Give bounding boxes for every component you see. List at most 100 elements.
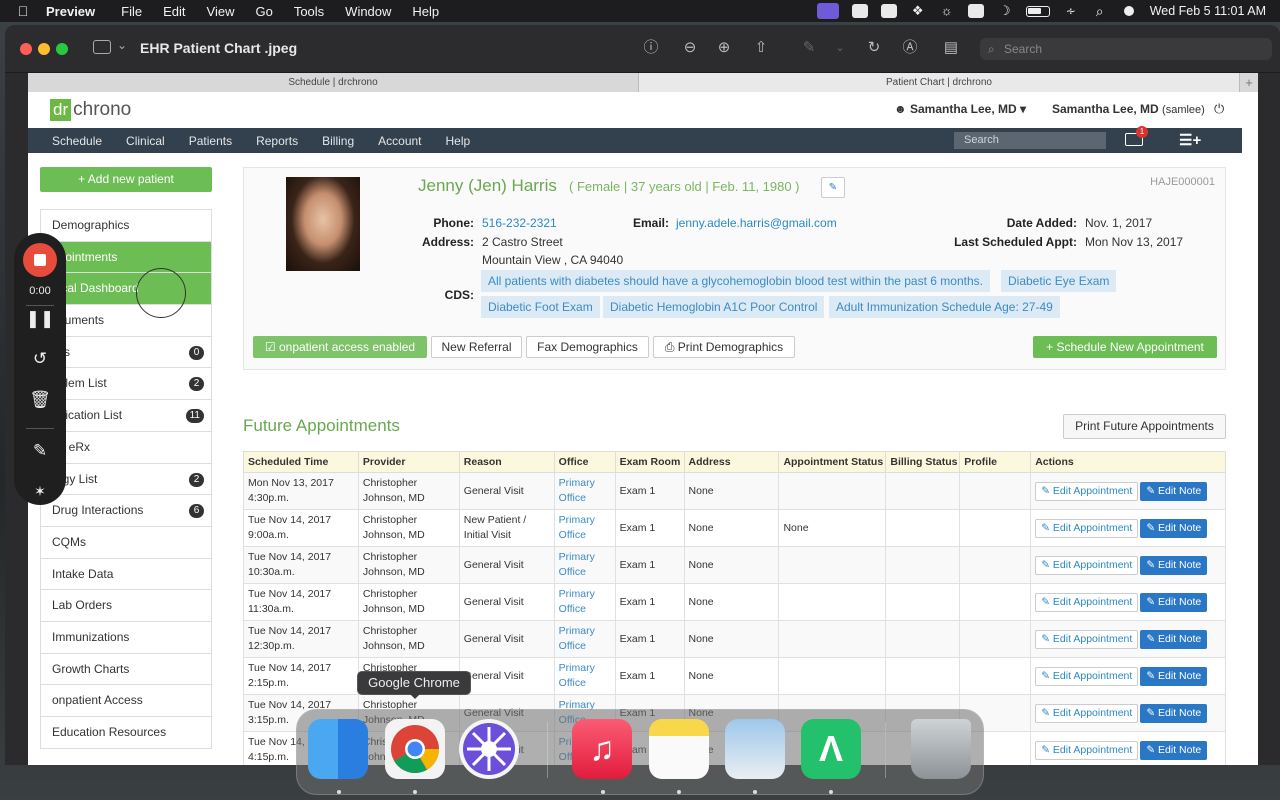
music-icon[interactable]: ♫ [572, 719, 632, 779]
sidebar-item[interactable]: Intake Data [41, 558, 211, 591]
preview-icon[interactable] [725, 719, 785, 779]
sidebar-item[interactable]: Immunizations [41, 621, 211, 654]
nav-patients[interactable]: Patients [189, 134, 232, 148]
edit-patient-pencil-icon[interactable]: ✎ [821, 177, 845, 198]
menu-window[interactable]: Window [345, 4, 391, 19]
new-tab-icon[interactable]: + [1240, 73, 1258, 92]
edit-note-button[interactable]: ✎ Edit Note [1140, 592, 1208, 612]
edit-appointment-button[interactable]: ✎ Edit Appointment [1035, 629, 1139, 649]
sidebar-item[interactable]: Lab Orders [41, 590, 211, 622]
nav-billing[interactable]: Billing [322, 134, 354, 148]
edit-appointment-button[interactable]: ✎ Edit Appointment [1035, 518, 1139, 538]
edit-appointment-button[interactable]: ✎ Edit Appointment [1035, 555, 1139, 575]
tab-patient-chart[interactable]: Patient Chart | drchrono [639, 73, 1240, 92]
status-a-icon[interactable] [851, 4, 868, 18]
zoom-in-icon[interactable]: ⊕ [715, 39, 733, 57]
office-link[interactable]: Primary Office [553, 546, 616, 584]
close-window-button[interactable] [20, 43, 32, 55]
wifi-icon[interactable]: ∻ [1063, 4, 1079, 18]
edit-note-button[interactable]: ✎ Edit Note [1140, 666, 1208, 686]
status-text-icon[interactable] [880, 4, 897, 18]
menu-app-name[interactable]: Preview [46, 4, 95, 19]
cds-alert[interactable]: Diabetic Eye Exam [1001, 270, 1117, 292]
sidebar-item[interactable]: CQMs [41, 526, 211, 559]
sidebar-item[interactable]: Education Resources [41, 717, 211, 749]
focus-moon-icon[interactable]: ☽ [997, 4, 1013, 18]
cds-alert[interactable]: Diabetic Hemoglobin A1C Poor Control [603, 296, 825, 318]
menu-view[interactable]: View [207, 4, 235, 19]
menu-file[interactable]: File [121, 4, 142, 19]
edit-appointment-button[interactable]: ✎ Edit Appointment [1035, 740, 1139, 760]
edit-appointment-button[interactable]: ✎ Edit Appointment [1035, 481, 1139, 501]
schedule-new-appointment-button[interactable]: + Schedule New Appointment [1033, 336, 1217, 358]
sidebar-item[interactable]: oblem List 2 [41, 368, 211, 401]
add-new-patient-button[interactable]: + Add new patient [40, 167, 212, 192]
edit-note-button[interactable]: ✎ Edit Note [1140, 481, 1208, 501]
cds-alert[interactable]: Diabetic Foot Exam [481, 296, 600, 318]
restart-icon[interactable]: ↺ [14, 349, 66, 369]
battery-icon[interactable] [1025, 5, 1050, 17]
info-icon[interactable]: ⓘ [642, 39, 660, 57]
drchrono-logo[interactable]: dr chrono [50, 99, 131, 121]
fax-demographics-button[interactable]: Fax Demographics [526, 336, 649, 358]
mail-icon[interactable]: 1 [1125, 126, 1148, 146]
menu-edit[interactable]: Edit [163, 4, 185, 19]
finder-icon[interactable] [308, 719, 368, 779]
sidebar-item[interactable]: onpatient Access [41, 685, 211, 717]
chrome-icon[interactable] [385, 719, 445, 779]
sidebar-item[interactable]: ocuments [41, 305, 211, 337]
edit-note-button[interactable]: ✎ Edit Note [1140, 629, 1208, 649]
brightness-icon[interactable]: ☼ [939, 4, 955, 18]
pencil-icon[interactable]: ✎ [14, 441, 66, 461]
nav-reports[interactable]: Reports [256, 134, 298, 148]
office-link[interactable]: Primary Office [553, 583, 616, 621]
window-search-input[interactable]: Search [980, 38, 1272, 60]
edit-note-button[interactable]: ✎ Edit Note [1140, 555, 1208, 575]
edit-appointment-button[interactable]: ✎ Edit Appointment [1035, 666, 1139, 686]
trash-icon[interactable]: 🗑 [14, 390, 66, 410]
menu-help[interactable]: Help [412, 4, 439, 19]
sidebar-item[interactable]: nd eRx [41, 431, 211, 464]
status-s-icon[interactable] [967, 4, 984, 18]
email-value[interactable]: jenny.adele.harris@gmail.com [676, 216, 837, 230]
pause-icon[interactable]: ❚❚ [14, 309, 66, 329]
markup-pen-icon[interactable]: ✎ [800, 39, 818, 57]
annotate-icon[interactable]: Ⓐ [901, 39, 919, 57]
sidebar-item[interactable]: Demographics [41, 210, 211, 242]
menu-go[interactable]: Go [255, 4, 272, 19]
phone-value[interactable]: 516-232-2321 [482, 216, 557, 230]
sidebar-item[interactable]: edication List 11 [41, 400, 211, 432]
perplexity-icon[interactable] [459, 719, 519, 779]
menu-clock[interactable]: Wed Feb 5 11:01 AM [1150, 4, 1266, 18]
print-future-appointments-button[interactable]: Print Future Appointments [1063, 414, 1226, 439]
office-link[interactable]: Primary Office [553, 657, 616, 695]
rotate-icon[interactable]: ↻ [865, 39, 883, 57]
office-link[interactable]: Primary Office [553, 509, 616, 547]
nav-account[interactable]: Account [378, 134, 421, 148]
user-menu[interactable]: ☻ Samantha Lee, MD ▾ [894, 102, 1026, 116]
nav-schedule[interactable]: Schedule [52, 134, 102, 148]
user-account[interactable]: Samantha Lee, MD (samlee) [1052, 102, 1205, 116]
print-demographics-button[interactable]: ⎙ Print Demographics [653, 336, 795, 358]
sidebar-item[interactable]: sks0 [41, 336, 211, 369]
edit-appointment-button[interactable]: ✎ Edit Appointment [1035, 592, 1139, 612]
sidebar-toggle-icon[interactable] [93, 40, 111, 54]
tab-schedule[interactable]: Schedule | drchrono [28, 73, 639, 92]
menu-plus-icon[interactable]: ☰+ [1179, 133, 1201, 148]
dropbox-icon[interactable]: ❖ [910, 4, 926, 18]
stop-recording-button[interactable] [23, 243, 57, 277]
zoom-window-button[interactable] [56, 43, 68, 55]
share-icon[interactable]: ⇧ [752, 39, 770, 57]
edit-note-button[interactable]: ✎ Edit Note [1140, 703, 1208, 723]
screen-record-icon[interactable] [816, 3, 839, 19]
zoom-out-icon[interactable]: ⊖ [681, 39, 699, 57]
sidebar-item[interactable]: ergy List 2 [41, 463, 211, 496]
menu-tools[interactable]: Tools [294, 4, 324, 19]
edit-note-button[interactable]: ✎ Edit Note [1140, 518, 1208, 538]
nav-search-input[interactable]: Search [954, 132, 1106, 149]
chevron-down-icon[interactable]: ⌄ [117, 38, 127, 52]
office-link[interactable]: Primary Office [553, 472, 616, 510]
linea-icon[interactable]: Λ [801, 719, 861, 779]
power-icon[interactable]: ⏻ [1214, 101, 1224, 117]
minimize-window-button[interactable] [38, 43, 50, 55]
